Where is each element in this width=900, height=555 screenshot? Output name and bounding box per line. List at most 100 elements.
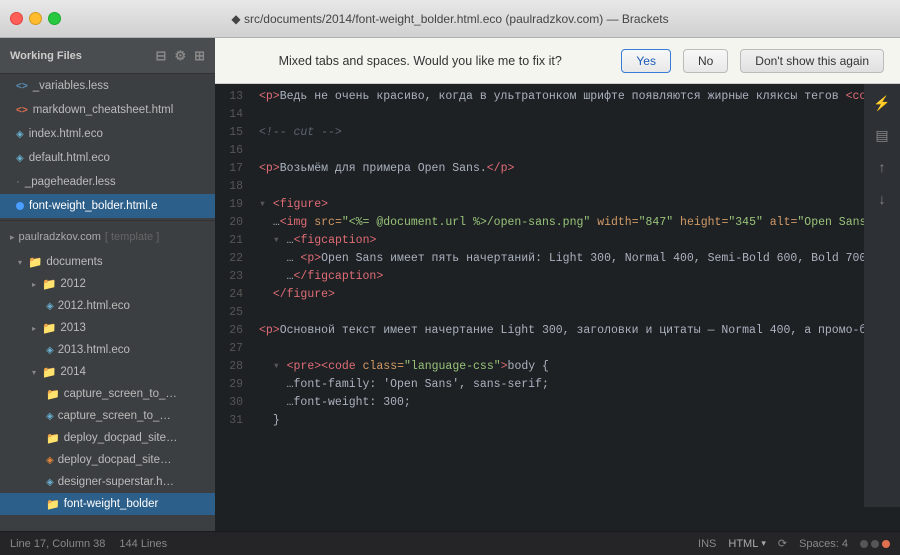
- window-title: ◆ src/documents/2014/font-weight_bolder.…: [231, 12, 668, 26]
- less-icon: <>: [16, 81, 28, 92]
- sidebar-divider: [0, 220, 215, 221]
- line-number: 20: [215, 214, 243, 232]
- code-line: ▾ …<figcaption>: [259, 232, 900, 250]
- file-name: _pageheader.less: [25, 176, 116, 188]
- line-numbers: 13141516171819202122232425262728293031: [215, 84, 251, 531]
- code-line: [259, 340, 900, 358]
- line-number: 22: [215, 250, 243, 268]
- tree-item-fontweight-folder[interactable]: 📁 font-weight_bolder: [0, 493, 215, 515]
- line-number: 16: [215, 142, 243, 160]
- dont-show-button[interactable]: Don't show this again: [740, 49, 884, 73]
- file-name: _variables.less: [33, 80, 109, 92]
- tree-item-documents[interactable]: ▾ 📁 documents: [0, 251, 215, 273]
- tree-label: documents: [46, 256, 102, 268]
- chart-icon[interactable]: ▤: [867, 120, 897, 150]
- code-line: [259, 304, 900, 322]
- eco-icon: ◈: [16, 129, 24, 140]
- tree-item-2013-folder[interactable]: ▸ 📁 2013: [0, 317, 215, 339]
- working-files-header: Working Files ⊟ ⚙ ⊞: [0, 38, 215, 74]
- line-number: 27: [215, 340, 243, 358]
- tree-label: capture_screen_to_…: [58, 410, 171, 422]
- tree-item-deploy2[interactable]: ◈ deploy_docpad_site…: [0, 449, 215, 471]
- file-item-index[interactable]: ◈ index.html.eco: [0, 122, 215, 146]
- code-line: …font-family: 'Open Sans', sans-serif;: [259, 376, 900, 394]
- tree-label: deploy_docpad_site…: [64, 432, 178, 444]
- lightning-icon[interactable]: ⚡: [867, 88, 897, 118]
- no-button[interactable]: No: [683, 49, 728, 73]
- code-line: [259, 142, 900, 160]
- tree-label: capture_screen_to_…: [64, 388, 177, 400]
- editor-area: Mixed tabs and spaces. Would you like me…: [215, 38, 900, 531]
- lang-arrow-icon: ▾: [761, 538, 766, 549]
- up-icon[interactable]: ↑: [867, 152, 897, 182]
- project-header[interactable]: ▸ paulradzkov.com [ template ]: [0, 223, 215, 251]
- code-line: <!-- cut -->: [259, 124, 900, 142]
- collapse-icon[interactable]: ⊟: [156, 48, 167, 64]
- tree-label: 2012.html.eco: [58, 300, 130, 312]
- sidebar: Working Files ⊟ ⚙ ⊞ <> _variables.less <…: [0, 38, 215, 531]
- file-item-variables[interactable]: <> _variables.less: [0, 74, 215, 98]
- eco-icon: ◈: [16, 153, 24, 164]
- line-number: 23: [215, 268, 243, 286]
- tree-item-designer[interactable]: ◈ designer-superstar.h…: [0, 471, 215, 493]
- minimize-button[interactable]: [29, 12, 42, 25]
- status-bar: Line 17, Column 38 144 Lines INS HTML ▾ …: [0, 531, 900, 555]
- code-editor[interactable]: 13141516171819202122232425262728293031 <…: [215, 84, 900, 531]
- tree-label: 2013: [60, 322, 86, 334]
- file-item-default[interactable]: ◈ default.html.eco: [0, 146, 215, 170]
- file-item-markdown[interactable]: <> markdown_cheatsheet.html: [0, 98, 215, 122]
- folder-icon: 📁: [28, 255, 42, 269]
- folder-icon: 📁: [42, 277, 56, 291]
- line-number: 21: [215, 232, 243, 250]
- spaces-label[interactable]: Spaces: 4: [799, 538, 848, 550]
- eco-icon: ◈: [46, 345, 54, 356]
- close-button[interactable]: [10, 12, 23, 25]
- file-name: index.html.eco: [29, 128, 103, 140]
- right-panel: ⚡ ▤ ↑ ↓: [864, 84, 900, 507]
- expand-arrow: ▸: [10, 232, 15, 243]
- folder-icon: 📁: [46, 432, 60, 445]
- code-line: …</figcaption>: [259, 268, 900, 286]
- tree-item-2013eco[interactable]: ◈ 2013.html.eco: [0, 339, 215, 361]
- down-icon[interactable]: ↓: [867, 184, 897, 214]
- tree-label: designer-superstar.h…: [58, 476, 174, 488]
- code-line: <p>Основной текст имеет начертание Light…: [259, 322, 900, 340]
- eco-icon: ◈: [46, 477, 54, 488]
- language-button[interactable]: HTML ▾: [728, 538, 765, 550]
- file-name: markdown_cheatsheet.html: [33, 104, 174, 116]
- folder-arrow: ▸: [32, 280, 36, 289]
- language-label: HTML: [728, 538, 758, 550]
- eco-icon: ◈: [46, 411, 54, 422]
- line-number: 26: [215, 322, 243, 340]
- html-icon: <>: [16, 105, 28, 116]
- dot-3: [882, 540, 890, 548]
- encoding-icon[interactable]: ⟳: [778, 537, 787, 550]
- tree-item-deploy1[interactable]: 📁 deploy_docpad_site…: [0, 427, 215, 449]
- line-number: 30: [215, 394, 243, 412]
- code-line: <p>Возьмём для примера Open Sans.</p>: [259, 160, 900, 178]
- split-icon[interactable]: ⊞: [194, 48, 205, 64]
- code-line: <p>Ведь не очень красиво, когда в ультра…: [259, 88, 900, 106]
- tree-item-2012eco[interactable]: ◈ 2012.html.eco: [0, 295, 215, 317]
- tree-label: 2014: [60, 366, 86, 378]
- dot-2: [871, 540, 879, 548]
- settings-icon[interactable]: ⚙: [174, 48, 186, 64]
- tree-item-2012-folder[interactable]: ▸ 📁 2012: [0, 273, 215, 295]
- folder-icon: 📁: [42, 321, 56, 335]
- maximize-button[interactable]: [48, 12, 61, 25]
- tree-item-2014-folder[interactable]: ▾ 📁 2014: [0, 361, 215, 383]
- file-item-fontweight[interactable]: font-weight_bolder.html.e: [0, 194, 215, 218]
- eco-icon: ◈: [46, 301, 54, 312]
- code-content[interactable]: <p>Ведь не очень красиво, когда в ультра…: [251, 84, 900, 531]
- tree-item-capture1[interactable]: 📁 capture_screen_to_…: [0, 383, 215, 405]
- yes-button[interactable]: Yes: [621, 49, 671, 73]
- dot-1: [860, 540, 868, 548]
- file-name: font-weight_bolder.html.e: [29, 200, 158, 212]
- tree-item-capture2[interactable]: ◈ capture_screen_to_…: [0, 405, 215, 427]
- tree-label: font-weight_bolder: [64, 498, 159, 510]
- project-template: [ template ]: [105, 231, 159, 243]
- status-dots: [860, 540, 890, 548]
- file-item-pageheader[interactable]: · _pageheader.less: [0, 170, 215, 194]
- line-number: 14: [215, 106, 243, 124]
- line-number: 19: [215, 196, 243, 214]
